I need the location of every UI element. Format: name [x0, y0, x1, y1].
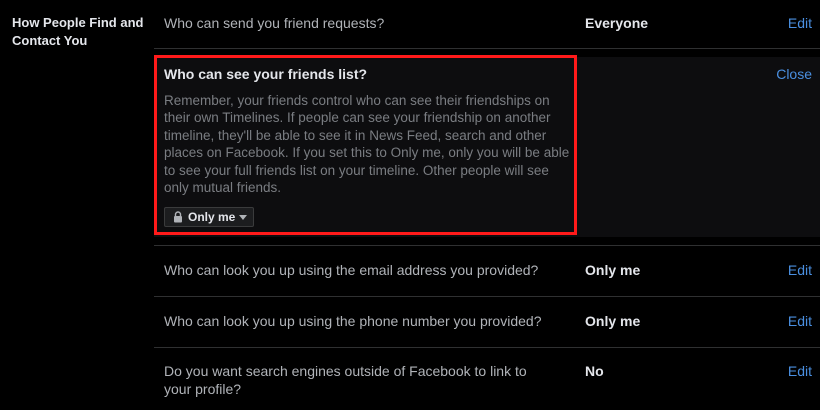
row-question: Who can look you up using the email addr… [164, 262, 539, 278]
settings-row-email-lookup: Who can look you up using the email addr… [154, 261, 820, 281]
row-value: Everyone [585, 15, 649, 31]
row-divider [154, 296, 820, 297]
settings-row-phone-lookup: Who can look you up using the phone numb… [154, 312, 820, 332]
row-divider [154, 48, 820, 49]
edit-link-phone-lookup[interactable]: Edit [788, 312, 812, 330]
row-value: Only me [585, 262, 641, 278]
section-title: How People Find and Contact You [12, 15, 144, 48]
row-question: Do you want search engines outside of Fa… [164, 363, 527, 397]
row-divider [154, 347, 820, 348]
row-question: Who can send you friend requests? [164, 15, 385, 31]
privacy-settings-page: How People Find and Contact You Who can … [0, 0, 820, 410]
highlight-box [154, 55, 577, 235]
row-question: Who can look you up using the phone numb… [164, 313, 542, 329]
close-link[interactable]: Close [776, 66, 812, 82]
row-value: Only me [585, 313, 641, 329]
row-divider [154, 245, 820, 246]
row-value: No [585, 363, 604, 379]
edit-link-email-lookup[interactable]: Edit [788, 261, 812, 279]
settings-row-search-engines: Do you want search engines outside of Fa… [154, 362, 820, 402]
edit-link-search-engines[interactable]: Edit [788, 362, 812, 380]
settings-row-friend-requests: Who can send you friend requests? Everyo… [154, 14, 820, 34]
edit-link-friend-requests[interactable]: Edit [788, 14, 812, 32]
